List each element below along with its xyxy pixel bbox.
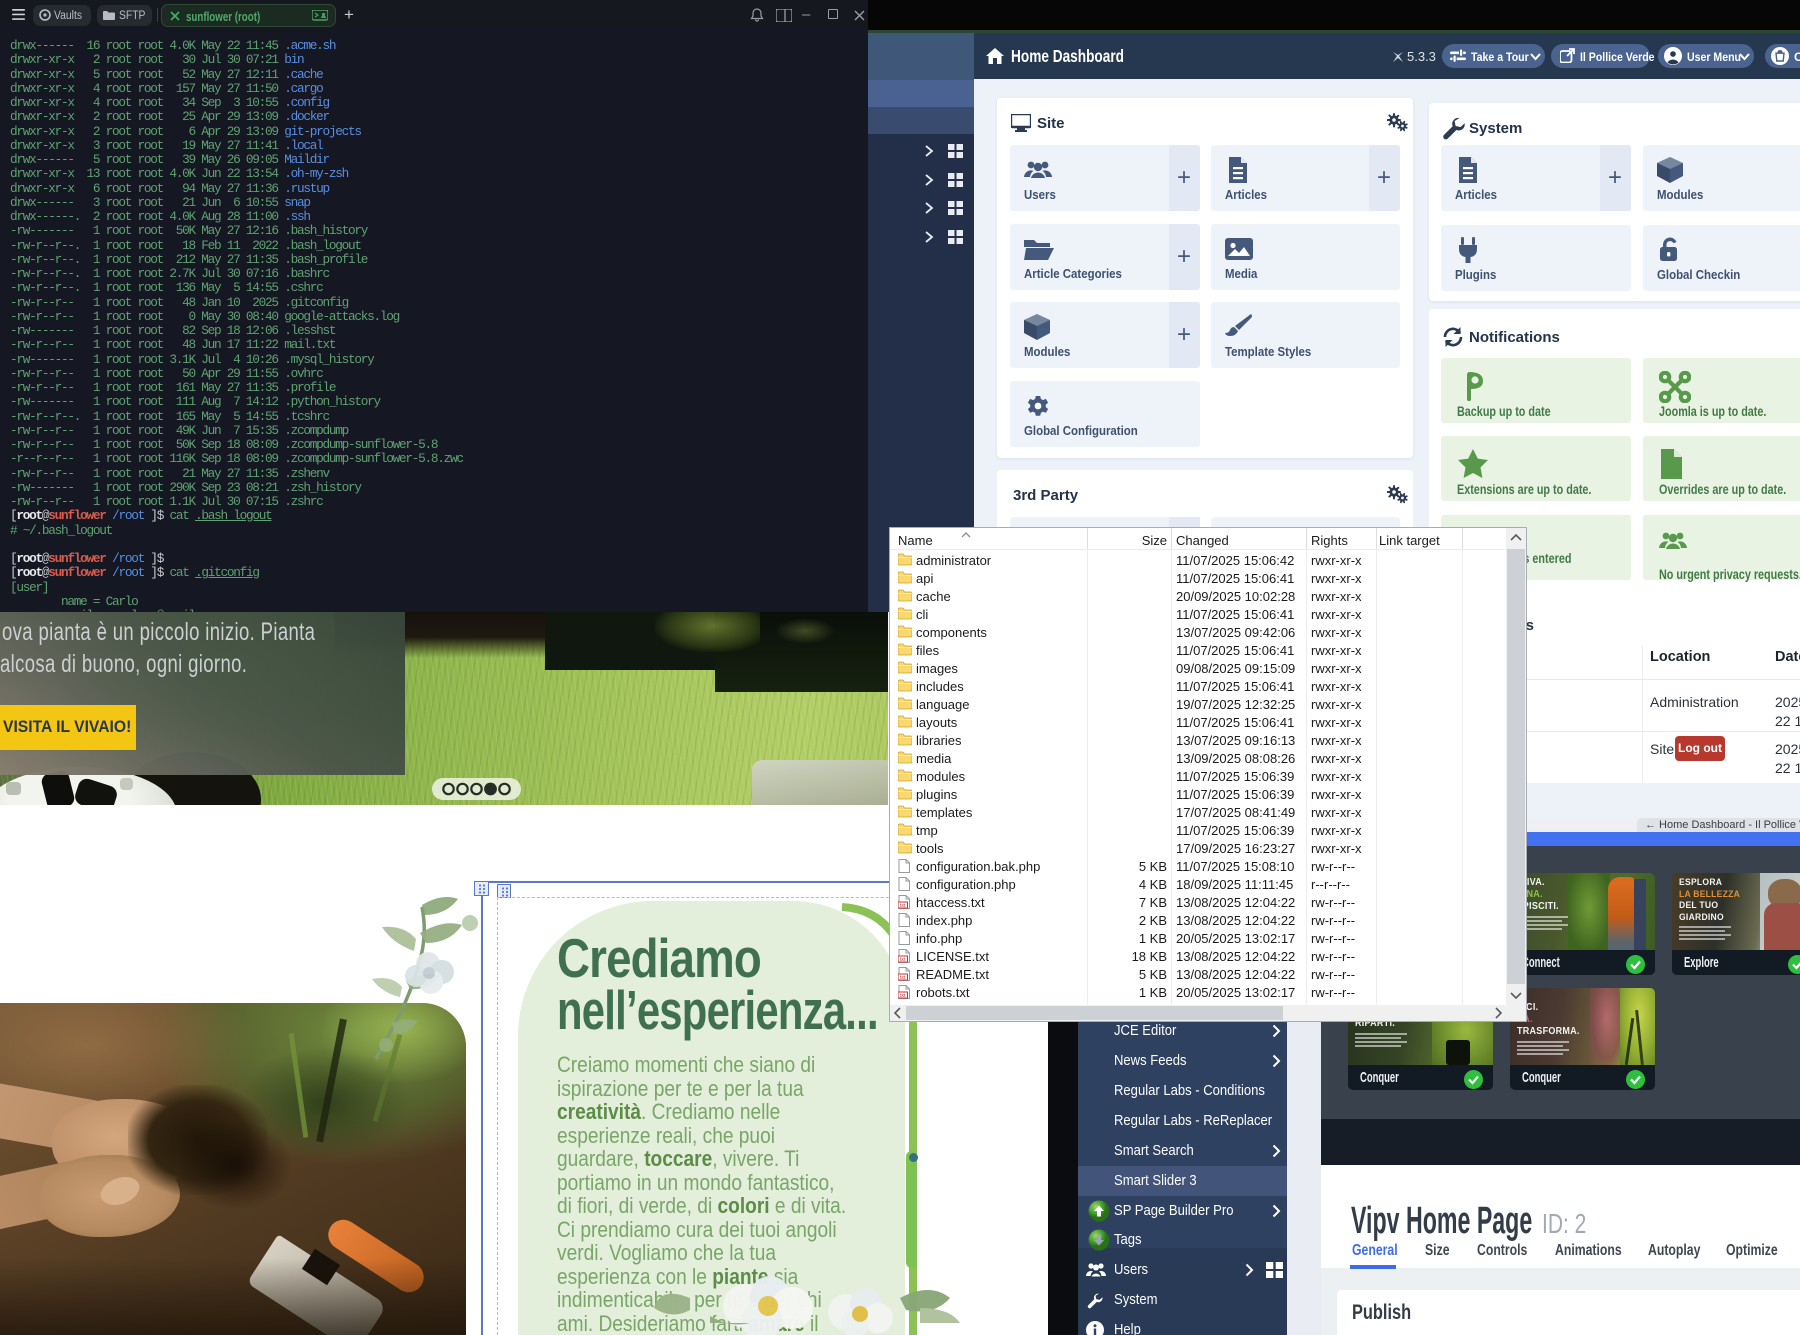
svg-text:txt: txt <box>900 903 906 909</box>
svg-text:txt: txt <box>900 957 906 963</box>
svg-text:txt: txt <box>900 993 906 999</box>
svg-text:txt: txt <box>900 975 906 981</box>
